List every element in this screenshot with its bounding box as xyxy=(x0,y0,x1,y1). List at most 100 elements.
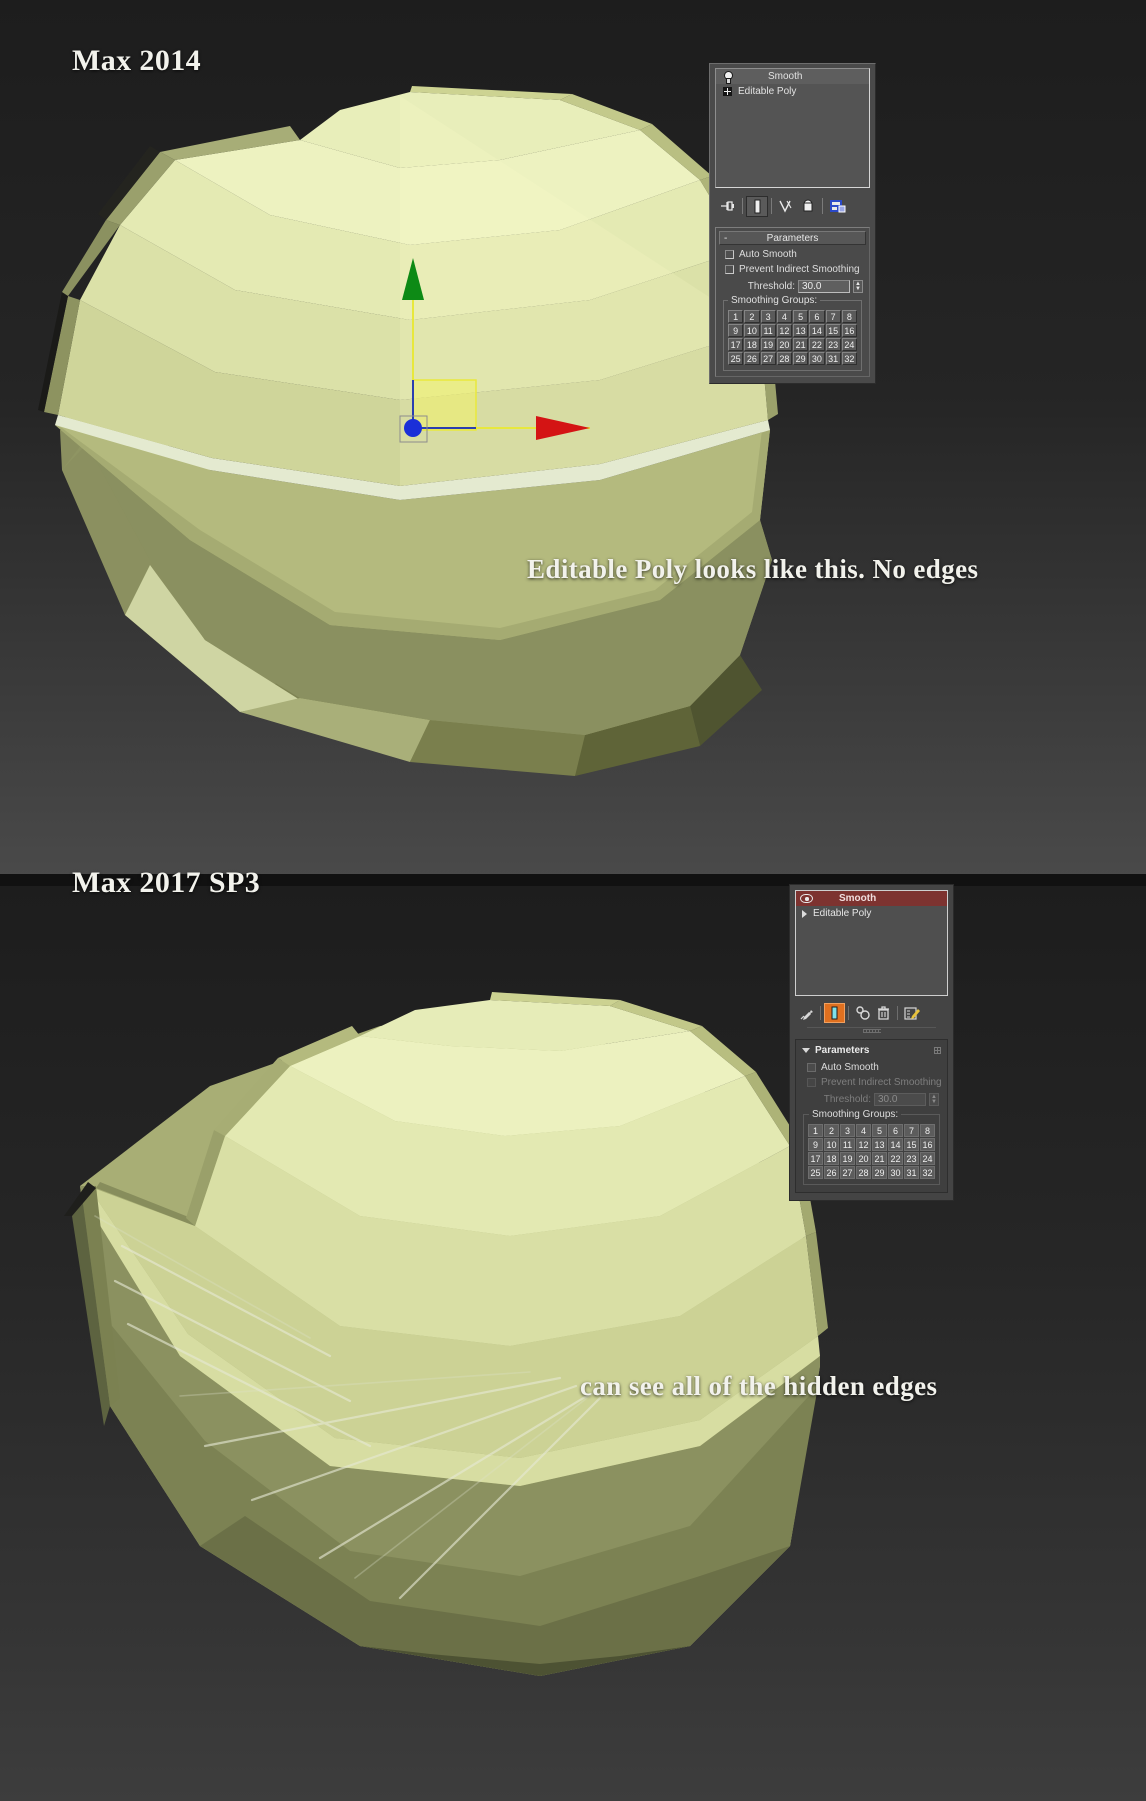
smoothing-group-button-25[interactable]: 25 xyxy=(808,1166,823,1179)
pin-stack-icon[interactable] xyxy=(717,196,739,217)
rollout-header-parameters[interactable]: - Parameters xyxy=(719,231,866,245)
remove-modifier-icon[interactable] xyxy=(797,196,819,217)
smoothing-group-button-31[interactable]: 31 xyxy=(825,352,841,365)
collapse-icon[interactable]: - xyxy=(724,232,727,245)
smoothing-group-button-11[interactable]: 11 xyxy=(840,1138,855,1151)
smoothing-group-button-10[interactable]: 10 xyxy=(824,1138,839,1151)
parameters-rollout-2014[interactable]: - Parameters Auto Smooth Prevent Indirec… xyxy=(715,227,870,377)
lightbulb-icon[interactable] xyxy=(723,71,733,84)
smoothing-group-button-28[interactable]: 28 xyxy=(856,1166,871,1179)
threshold-spinner[interactable]: ▲ ▼ xyxy=(853,280,863,293)
panel-resize-grip[interactable] xyxy=(807,1027,936,1034)
smoothing-group-button-25[interactable]: 25 xyxy=(728,352,744,365)
rollout-grip-icon[interactable] xyxy=(934,1047,941,1054)
smoothing-group-button-29[interactable]: 29 xyxy=(872,1166,887,1179)
smoothing-group-button-27[interactable]: 27 xyxy=(760,352,776,365)
smoothing-group-button-13[interactable]: 13 xyxy=(793,324,809,337)
smoothing-group-button-7[interactable]: 7 xyxy=(825,310,841,323)
smoothing-group-button-14[interactable]: 14 xyxy=(809,324,825,337)
smoothing-group-button-32[interactable]: 32 xyxy=(841,352,857,365)
smoothing-group-button-20[interactable]: 20 xyxy=(776,338,792,351)
smoothing-group-button-18[interactable]: 18 xyxy=(824,1152,839,1165)
smoothing-group-button-9[interactable]: 9 xyxy=(808,1138,823,1151)
smoothing-group-button-20[interactable]: 20 xyxy=(856,1152,871,1165)
auto-smooth-checkbox[interactable] xyxy=(807,1063,816,1072)
smoothing-group-button-23[interactable]: 23 xyxy=(904,1152,919,1165)
smoothing-group-button-5[interactable]: 5 xyxy=(872,1124,887,1137)
smoothing-group-button-22[interactable]: 22 xyxy=(888,1152,903,1165)
smoothing-group-button-6[interactable]: 6 xyxy=(888,1124,903,1137)
threshold-row-2014[interactable]: Threshold: 30.0 ▲ ▼ xyxy=(719,280,863,293)
smoothing-group-button-3[interactable]: 3 xyxy=(760,310,776,323)
modifier-stack-item-smooth[interactable]: Smooth xyxy=(716,69,869,84)
smoothing-group-button-19[interactable]: 19 xyxy=(760,338,776,351)
command-panel-2017[interactable]: Smooth Editable Poly Parameters Auto Smo… xyxy=(789,884,954,1201)
smoothing-group-button-4[interactable]: 4 xyxy=(856,1124,871,1137)
smoothing-group-button-28[interactable]: 28 xyxy=(776,352,792,365)
smoothing-groups-grid-2014[interactable]: 1 2 3 4 5 6 7 8 9 10 11 12 13 14 15 16 17 18 19 20 21 22 23 24 2… xyxy=(728,310,857,365)
configure-modifier-sets-icon[interactable] xyxy=(901,1003,922,1023)
modifier-stack-toolbar-2014[interactable] xyxy=(715,193,870,219)
make-unique-icon[interactable] xyxy=(852,1003,873,1023)
smoothing-group-button-30[interactable]: 30 xyxy=(809,352,825,365)
smoothing-groups-grid-2017[interactable]: 1 2 3 4 5 6 7 8 9 10 11 12 13 14 15 16 17 18 19 20 21 22 23 24 2… xyxy=(808,1124,935,1179)
modifier-stack-2017[interactable]: Smooth Editable Poly xyxy=(795,890,948,996)
auto-smooth-row-2017[interactable]: Auto Smooth xyxy=(807,1062,943,1073)
smoothing-group-button-4[interactable]: 4 xyxy=(776,310,792,323)
smoothing-group-button-15[interactable]: 15 xyxy=(825,324,841,337)
pin-stack-icon[interactable] xyxy=(796,1003,817,1023)
smoothing-group-button-5[interactable]: 5 xyxy=(793,310,809,323)
smoothing-group-button-12[interactable]: 12 xyxy=(776,324,792,337)
command-panel-2014[interactable]: Smooth Editable Poly - Parameters Auto S… xyxy=(709,63,876,384)
smoothing-group-button-2[interactable]: 2 xyxy=(744,310,760,323)
smoothing-group-button-21[interactable]: 21 xyxy=(872,1152,887,1165)
smoothing-group-button-19[interactable]: 19 xyxy=(840,1152,855,1165)
parameters-rollout-2017[interactable]: Parameters Auto Smooth Prevent Indirect … xyxy=(795,1039,948,1193)
modifier-stack-2014[interactable]: Smooth Editable Poly xyxy=(715,68,870,188)
smoothing-group-button-11[interactable]: 11 xyxy=(760,324,776,337)
rollout-header-parameters[interactable]: Parameters xyxy=(800,1043,943,1058)
smoothing-group-button-17[interactable]: 17 xyxy=(728,338,744,351)
smoothing-group-button-26[interactable]: 26 xyxy=(824,1166,839,1179)
viewport-max-2014[interactable] xyxy=(0,0,1146,880)
smoothing-group-button-8[interactable]: 8 xyxy=(920,1124,935,1137)
smoothing-group-button-6[interactable]: 6 xyxy=(809,310,825,323)
prevent-indirect-smoothing-checkbox[interactable] xyxy=(725,265,734,274)
smoothing-group-button-27[interactable]: 27 xyxy=(840,1166,855,1179)
smoothing-group-button-22[interactable]: 22 xyxy=(809,338,825,351)
smoothing-group-button-13[interactable]: 13 xyxy=(872,1138,887,1151)
prevent-indirect-smoothing-row-2014[interactable]: Prevent Indirect Smoothing xyxy=(725,264,866,275)
smoothing-group-button-1[interactable]: 1 xyxy=(728,310,744,323)
smoothing-group-button-8[interactable]: 8 xyxy=(841,310,857,323)
smoothing-group-button-15[interactable]: 15 xyxy=(904,1138,919,1151)
smoothing-group-button-29[interactable]: 29 xyxy=(793,352,809,365)
smoothing-group-button-23[interactable]: 23 xyxy=(825,338,841,351)
expand-triangle-icon[interactable] xyxy=(802,909,807,918)
smoothing-group-button-1[interactable]: 1 xyxy=(808,1124,823,1137)
smoothing-group-button-16[interactable]: 16 xyxy=(920,1138,935,1151)
smoothing-group-button-10[interactable]: 10 xyxy=(744,324,760,337)
smoothing-group-button-21[interactable]: 21 xyxy=(793,338,809,351)
smoothing-group-button-31[interactable]: 31 xyxy=(904,1166,919,1179)
modifier-stack-item-smooth[interactable]: Smooth xyxy=(796,891,947,906)
configure-modifier-sets-icon[interactable] xyxy=(826,196,848,217)
modifier-stack-item-editable-poly[interactable]: Editable Poly xyxy=(716,84,869,99)
smoothing-group-button-12[interactable]: 12 xyxy=(856,1138,871,1151)
expand-plus-icon[interactable] xyxy=(723,87,732,96)
smoothing-group-button-24[interactable]: 24 xyxy=(920,1152,935,1165)
smoothing-group-button-16[interactable]: 16 xyxy=(841,324,857,337)
smoothing-group-button-7[interactable]: 7 xyxy=(904,1124,919,1137)
smoothing-group-button-24[interactable]: 24 xyxy=(841,338,857,351)
show-end-result-icon[interactable] xyxy=(746,195,768,217)
eye-icon[interactable] xyxy=(800,894,813,903)
smoothing-group-button-17[interactable]: 17 xyxy=(808,1152,823,1165)
modifier-stack-item-editable-poly[interactable]: Editable Poly xyxy=(796,906,947,921)
smoothing-group-button-26[interactable]: 26 xyxy=(744,352,760,365)
smoothing-group-button-2[interactable]: 2 xyxy=(824,1124,839,1137)
remove-modifier-icon[interactable] xyxy=(873,1003,894,1023)
smoothing-group-button-14[interactable]: 14 xyxy=(888,1138,903,1151)
auto-smooth-checkbox[interactable] xyxy=(725,250,734,259)
smoothing-group-button-9[interactable]: 9 xyxy=(728,324,744,337)
smoothing-group-button-32[interactable]: 32 xyxy=(920,1166,935,1179)
show-end-result-icon[interactable] xyxy=(824,1003,845,1023)
